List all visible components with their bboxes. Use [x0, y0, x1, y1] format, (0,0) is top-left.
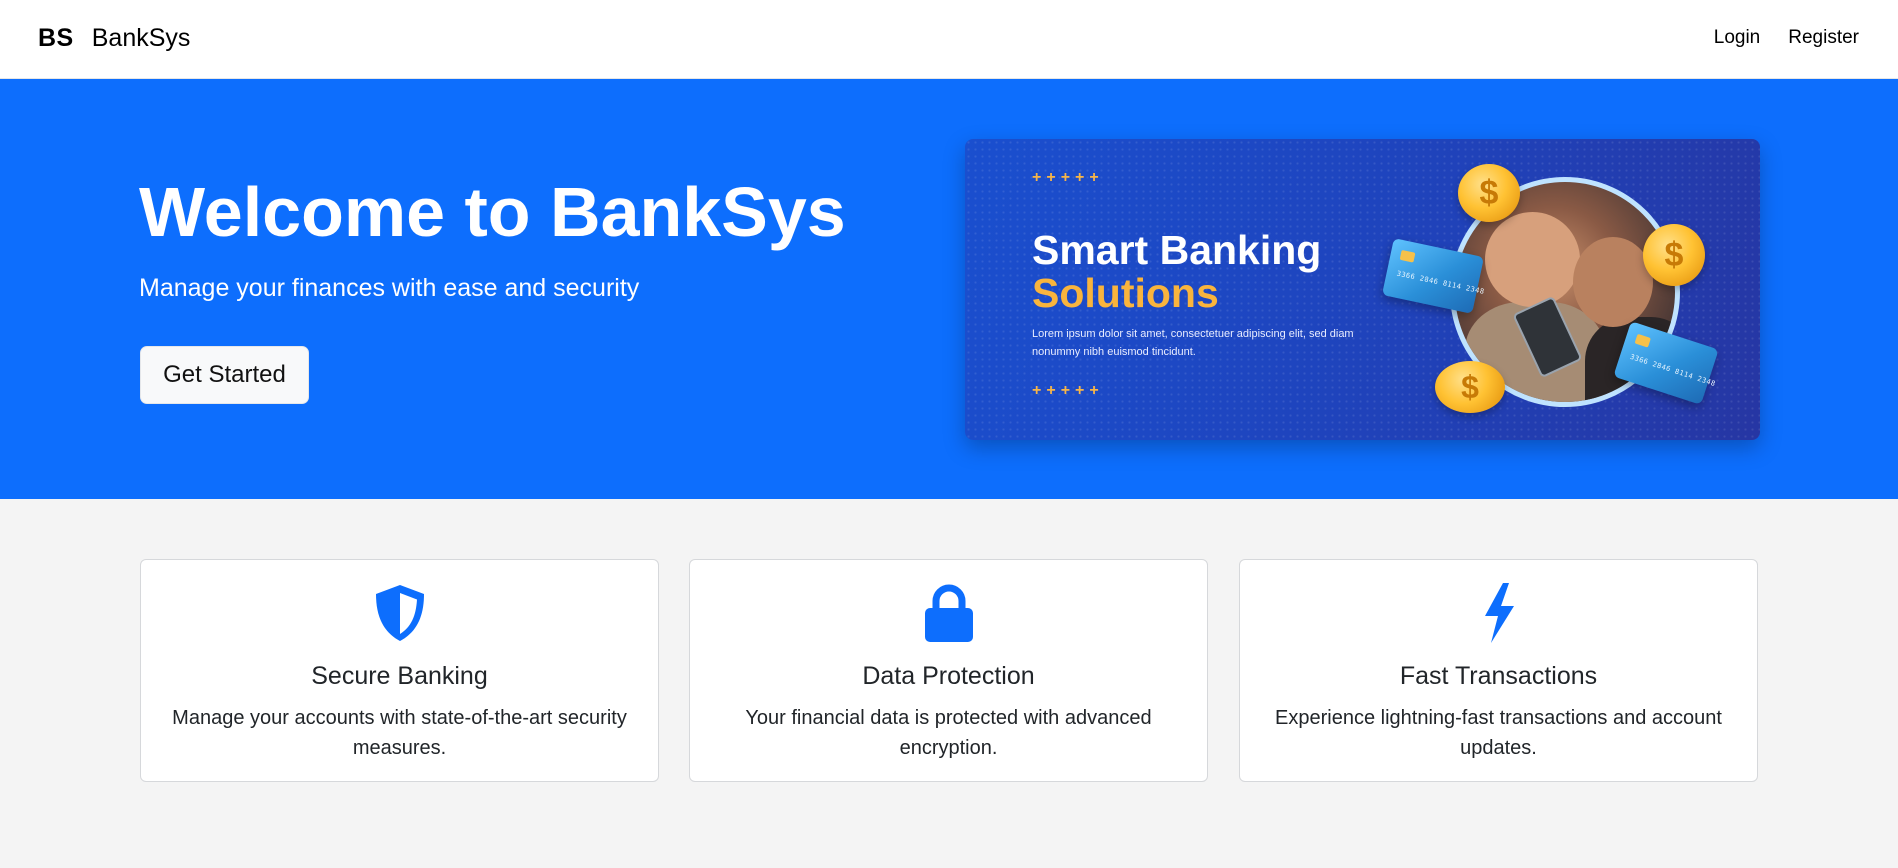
feature-card-secure-banking: Secure Banking Manage your accounts with… — [140, 559, 659, 782]
banner-body-text: Lorem ipsum dolor sit amet, consectetuer… — [1032, 328, 1354, 358]
coin-icon: $ — [1458, 164, 1520, 222]
get-started-button[interactable]: Get Started — [140, 346, 309, 404]
card-number: 3366 2846 8114 2348 — [1628, 352, 1717, 389]
lock-icon — [924, 584, 973, 642]
hero-section: Welcome to BankSys Manage your finances … — [0, 79, 1898, 499]
brand-name: BankSys — [91, 24, 191, 52]
feature-card-fast-transactions: Fast Transactions Experience lightning-f… — [1239, 559, 1758, 782]
brand-link[interactable]: BS BankSys — [38, 24, 190, 53]
feature-description: Manage your accounts with state-of-the-a… — [172, 707, 627, 759]
feature-title: Fast Transactions — [1399, 662, 1598, 690]
register-link[interactable]: Register — [1788, 27, 1859, 49]
nav-links: Login Register — [1714, 27, 1859, 49]
hero-banner-image: +++++ +++++ Smart Banking Solutions Lore… — [965, 139, 1760, 440]
features-section: Secure Banking Manage your accounts with… — [140, 559, 1758, 782]
shield-icon — [375, 585, 424, 641]
hero-title: Welcome to BankSys — [139, 173, 846, 251]
brand-logo: BS — [38, 24, 74, 52]
coin-icon: $ — [1643, 224, 1705, 286]
coin-icon: $ — [1435, 361, 1505, 413]
banner-stars-top: +++++ — [1032, 169, 1104, 186]
hero-subtitle: Manage your finances with ease and secur… — [139, 274, 640, 302]
feature-description: Your financial data is protected with ad… — [745, 707, 1152, 759]
banner-stars-bottom: +++++ — [1032, 382, 1104, 399]
banner-headline: Smart Banking — [1032, 227, 1322, 273]
feature-card-data-protection: Data Protection Your financial data is p… — [689, 559, 1208, 782]
banner-headline-highlight: Solutions — [1032, 270, 1219, 316]
login-link[interactable]: Login — [1714, 27, 1761, 49]
feature-title: Secure Banking — [311, 662, 488, 690]
feature-description: Experience lightning-fast transactions a… — [1275, 707, 1722, 759]
feature-title: Data Protection — [862, 662, 1035, 690]
card-number: 3366 2846 8114 2348 — [1395, 269, 1486, 296]
navbar: BS BankSys Login Register — [0, 0, 1898, 79]
lightning-bolt-icon — [1484, 583, 1514, 643]
